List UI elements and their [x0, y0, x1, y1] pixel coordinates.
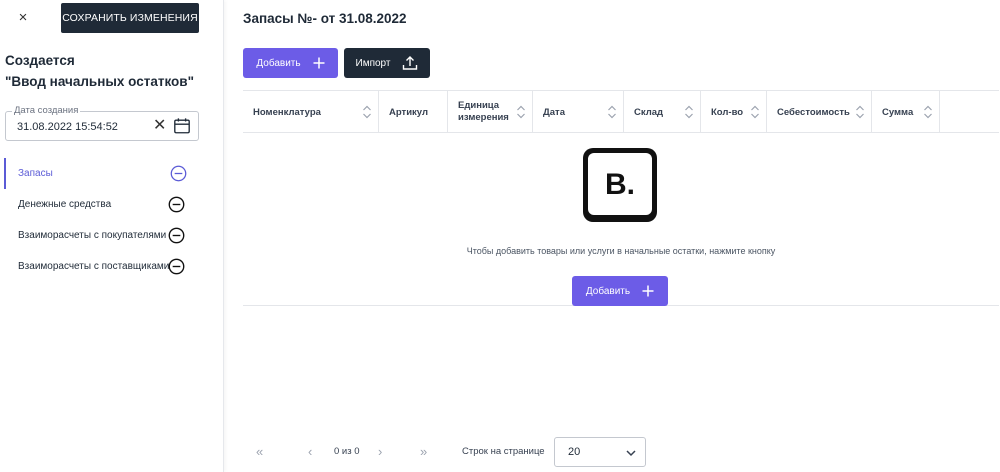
rows-per-page-value: 20	[568, 446, 581, 458]
empty-state-text: Чтобы добавить товары или услуги в начал…	[466, 246, 776, 256]
plus-icon	[642, 285, 654, 297]
first-page-icon[interactable]: «	[256, 444, 263, 459]
empty-state-logo: B.	[583, 148, 657, 222]
column-header-line: измерения	[458, 112, 509, 123]
column-header-label: Артикул	[389, 106, 428, 118]
column-header-label: Номенклатура	[253, 106, 321, 118]
sidebar-item-label: Взаиморасчеты с поставщиками	[18, 261, 170, 272]
rows-per-page-select[interactable]: 20	[554, 437, 646, 467]
page-title: Запасы №- от 31.08.2022	[243, 11, 407, 26]
calendar-icon[interactable]	[173, 117, 191, 135]
sort-icon[interactable]	[516, 104, 526, 120]
prev-page-icon[interactable]: ‹	[308, 444, 312, 459]
page-info: 0 из 0	[334, 446, 360, 457]
sidebar-item-label: Денежные средства	[18, 199, 112, 210]
column-header-date[interactable]: Дата	[533, 91, 624, 133]
add-button-label: Добавить	[585, 285, 631, 297]
table-header: Номенклатура Артикул Единица измерения Да…	[243, 91, 999, 133]
upload-icon	[403, 56, 418, 70]
sidebar-nav: Запасы Денежные средства Взаиморасчеты с…	[4, 158, 198, 282]
sort-icon[interactable]	[923, 104, 933, 120]
sidebar-item-label: Взаиморасчеты с покупателями	[18, 230, 167, 241]
sidebar-item-customer-settlements[interactable]: Взаиморасчеты с покупателями	[4, 220, 198, 251]
last-page-icon[interactable]: »	[420, 444, 427, 459]
column-header-line: Единица	[458, 100, 500, 111]
close-button[interactable]: ×	[14, 8, 32, 28]
next-page-icon[interactable]: ›	[378, 444, 382, 459]
column-header-sum[interactable]: Сумма	[872, 91, 940, 133]
column-header-nomenclature[interactable]: Номенклатура	[243, 91, 379, 133]
import-button[interactable]: Импорт	[344, 48, 430, 78]
sort-icon[interactable]	[750, 104, 760, 120]
save-changes-button[interactable]: СОХРАНИТЬ ИЗМЕНЕНИЯ	[61, 3, 199, 33]
column-header-label: Себестоимость	[777, 106, 850, 118]
document-type: "Ввод начальных остатков"	[5, 74, 194, 89]
remove-circle-icon[interactable]	[170, 165, 187, 182]
column-header-article[interactable]: Артикул	[379, 91, 448, 133]
sidebar-item-supplier-settlements[interactable]: Взаиморасчеты с поставщиками	[4, 251, 198, 282]
empty-state-add-button[interactable]: Добавить	[572, 276, 668, 306]
sidebar-item-stocks[interactable]: Запасы	[4, 158, 198, 189]
creation-date-field[interactable]: Дата создания 31.08.2022 15:54:52 ✕	[5, 105, 199, 141]
sidebar-item-cash[interactable]: Денежные средства	[4, 189, 198, 220]
empty-state-logo-text: B.	[605, 168, 635, 201]
clear-date-icon[interactable]: ✕	[153, 116, 166, 136]
add-button-label: Добавить	[256, 57, 301, 69]
sort-icon[interactable]	[855, 104, 865, 120]
column-header-label: Дата	[543, 106, 565, 118]
sidebar: × СОХРАНИТЬ ИЗМЕНЕНИЯ Создается "Ввод на…	[0, 0, 224, 472]
chevron-down-icon	[626, 450, 636, 457]
sort-icon[interactable]	[607, 104, 617, 120]
import-button-label: Импорт	[355, 57, 391, 69]
rows-per-page-label: Строк на странице	[462, 446, 545, 457]
column-header-label: Кол-во	[711, 106, 744, 118]
creation-date-value[interactable]: 31.08.2022 15:54:52	[17, 121, 118, 133]
column-header-cost[interactable]: Себестоимость	[767, 91, 872, 133]
remove-circle-icon[interactable]	[168, 258, 185, 275]
column-header-label: Склад	[634, 106, 664, 118]
plus-icon	[313, 57, 325, 69]
sort-icon[interactable]	[684, 104, 694, 120]
stocks-table: Номенклатура Артикул Единица измерения Да…	[243, 90, 999, 306]
remove-circle-icon[interactable]	[168, 227, 185, 244]
main-content: Запасы №- от 31.08.2022 Добавить Импорт …	[226, 0, 1000, 472]
column-header-unit[interactable]: Единица измерения	[448, 91, 533, 133]
column-header-label: Сумма	[882, 106, 914, 118]
sort-icon[interactable]	[362, 104, 372, 120]
add-button[interactable]: Добавить	[243, 48, 338, 78]
sidebar-item-label: Запасы	[18, 168, 53, 179]
creation-date-label: Дата создания	[12, 105, 81, 116]
document-status: Создается	[5, 53, 75, 68]
column-header-quantity[interactable]: Кол-во	[701, 91, 767, 133]
column-header-warehouse[interactable]: Склад	[624, 91, 701, 133]
remove-circle-icon[interactable]	[168, 196, 185, 213]
column-header-label: Единица измерения	[458, 100, 509, 124]
